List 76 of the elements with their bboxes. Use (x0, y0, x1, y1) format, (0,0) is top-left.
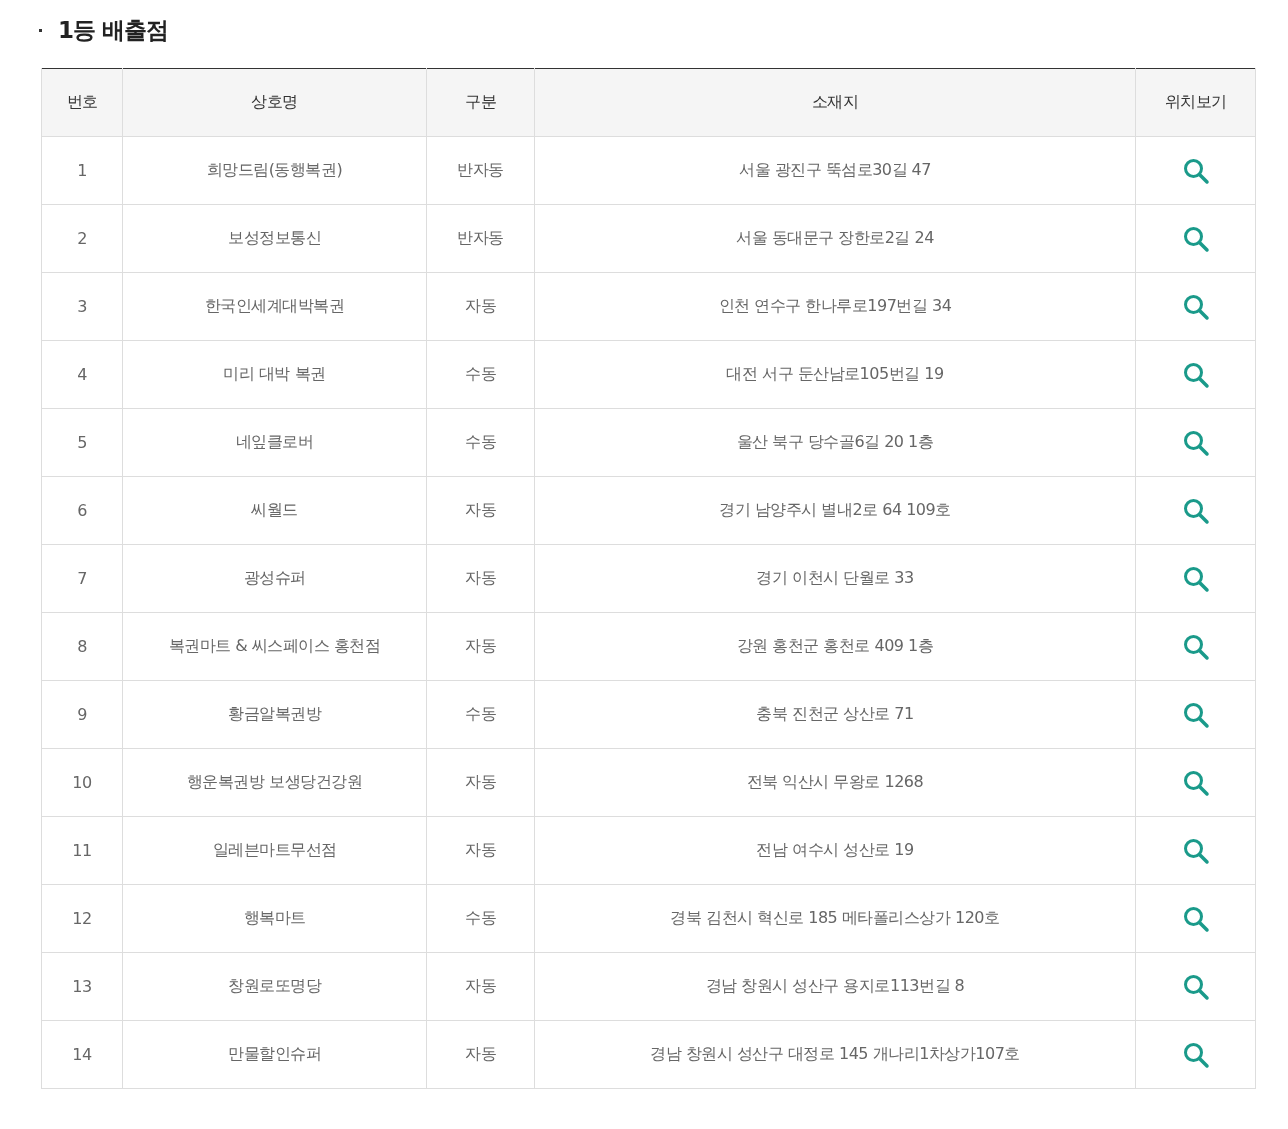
table-cell: 8 (41, 612, 123, 681)
table-cell: 행복마트 (122, 884, 427, 953)
table-cell: 수동 (426, 680, 535, 749)
table-cell: 서울 동대문구 장한로2길 24 (534, 204, 1136, 273)
table-cell: 5 (41, 408, 123, 477)
search-icon[interactable] (1181, 972, 1210, 1001)
search-icon[interactable] (1181, 768, 1210, 797)
table-cell: 자동 (426, 748, 535, 817)
table-cell: 자동 (426, 272, 535, 341)
table-cell: 수동 (426, 340, 535, 409)
search-icon[interactable] (1181, 564, 1210, 593)
table-cell: 경북 김천시 혁신로 185 메타폴리스상가 120호 (534, 884, 1136, 953)
table-cell: 광성슈퍼 (122, 544, 427, 613)
search-icon[interactable] (1181, 428, 1210, 457)
table-cell: 희망드림(동행복권) (122, 136, 427, 205)
table-cell: 3 (41, 272, 123, 341)
search-icon[interactable] (1181, 1040, 1210, 1069)
table-cell: 경남 창원시 성산구 대정로 145 개나리1차상가107호 (534, 1020, 1136, 1089)
search-icon[interactable] (1181, 836, 1210, 865)
table-cell: 수동 (426, 884, 535, 953)
table-cell: 자동 (426, 816, 535, 885)
search-icon[interactable] (1181, 360, 1210, 389)
table-cell: 황금알복권방 (122, 680, 427, 749)
column-header: 구분 (426, 68, 535, 137)
table-cell: 인천 연수구 한나루로197번길 34 (534, 272, 1136, 341)
table-cell: 14 (41, 1020, 123, 1089)
table-cell: 10 (41, 748, 123, 817)
table-cell: 씨월드 (122, 476, 427, 545)
table-cell: 7 (41, 544, 123, 613)
search-icon[interactable] (1181, 292, 1210, 321)
column-header: 소재지 (534, 68, 1136, 137)
table-cell: 자동 (426, 952, 535, 1021)
table-cell: 반자동 (426, 136, 535, 205)
column-header: 번호 (41, 68, 123, 137)
table-cell: 1 (41, 136, 123, 205)
table-cell: 2 (41, 204, 123, 273)
section-title: 1등 배출점 (58, 15, 168, 45)
search-icon[interactable] (1181, 496, 1210, 525)
table-cell: 12 (41, 884, 123, 953)
table-cell: 6 (41, 476, 123, 545)
table-cell: 4 (41, 340, 123, 409)
table-cell: 강원 홍천군 홍천로 409 1층 (534, 612, 1136, 681)
table-cell: 창원로또명당 (122, 952, 427, 1021)
table-cell: 자동 (426, 476, 535, 545)
table-cell: 13 (41, 952, 123, 1021)
table-cell: 9 (41, 680, 123, 749)
table-cell: 서울 광진구 뚝섬로30길 47 (534, 136, 1136, 205)
table-cell: 반자동 (426, 204, 535, 273)
table-cell: 행운복권방 보생당건강원 (122, 748, 427, 817)
table-cell: 만물할인슈퍼 (122, 1020, 427, 1089)
table-cell: 한국인세계대박복권 (122, 272, 427, 341)
table-cell: 전남 여수시 성산로 19 (534, 816, 1136, 885)
table-cell: 수동 (426, 408, 535, 477)
column-header: 상호명 (122, 68, 427, 137)
table-cell: 경남 창원시 성산구 용지로113번길 8 (534, 952, 1136, 1021)
search-icon[interactable] (1181, 700, 1210, 729)
table-cell: 자동 (426, 1020, 535, 1089)
table-cell: 울산 북구 당수골6길 20 1층 (534, 408, 1136, 477)
table-cell: 네잎클로버 (122, 408, 427, 477)
search-icon[interactable] (1181, 224, 1210, 253)
table-cell: 충북 진천군 상산로 71 (534, 680, 1136, 749)
search-icon[interactable] (1181, 632, 1210, 661)
table-cell: 대전 서구 둔산남로105번길 19 (534, 340, 1136, 409)
column-header: 위치보기 (1135, 68, 1256, 137)
table-cell: 경기 남양주시 별내2로 64 109호 (534, 476, 1136, 545)
table-cell: 경기 이천시 단월로 33 (534, 544, 1136, 613)
table-cell: 보성정보통신 (122, 204, 427, 273)
search-icon[interactable] (1181, 156, 1210, 185)
table-cell: 일레븐마트무선점 (122, 816, 427, 885)
table-cell: 11 (41, 816, 123, 885)
table-cell: 전북 익산시 무왕로 1268 (534, 748, 1136, 817)
table-cell: 자동 (426, 612, 535, 681)
search-icon[interactable] (1181, 904, 1210, 933)
table-cell: 복권마트 & 씨스페이스 홍천점 (122, 612, 427, 681)
table-cell: 미리 대박 복권 (122, 340, 427, 409)
table-cell: 자동 (426, 544, 535, 613)
